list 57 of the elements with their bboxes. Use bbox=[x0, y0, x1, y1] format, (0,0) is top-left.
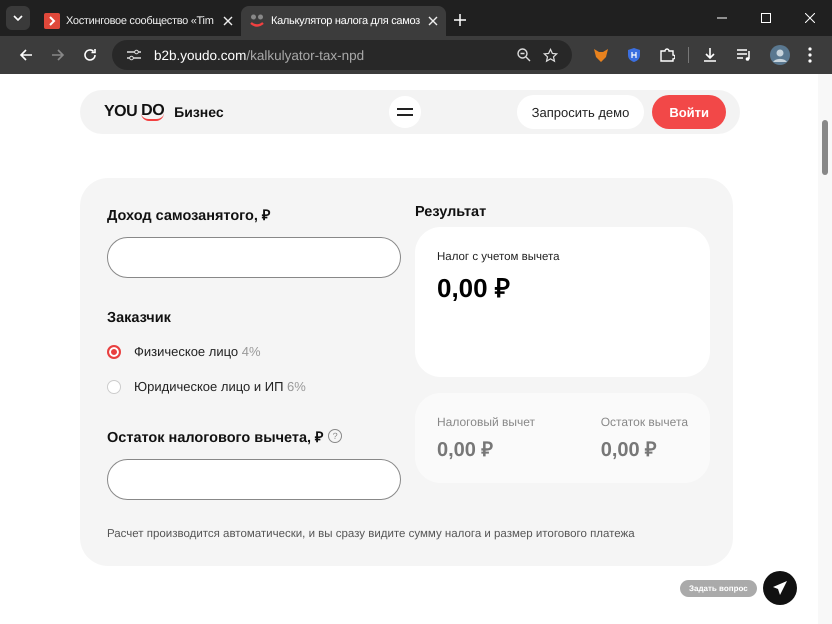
radio-label: Юридическое лицо и ИП 6% bbox=[134, 379, 306, 394]
new-tab-icon[interactable] bbox=[454, 14, 466, 26]
tab-title: Хостинговое сообщество «Tim bbox=[66, 15, 215, 27]
forward-arrow-icon[interactable] bbox=[51, 48, 65, 62]
close-icon[interactable] bbox=[428, 16, 438, 26]
logo-text: YOU bbox=[104, 103, 138, 121]
browser-tab[interactable]: Хостинговое сообщество «Tim bbox=[36, 6, 241, 36]
back-arrow-icon[interactable] bbox=[19, 48, 33, 62]
tax-value: 0,00 ₽ bbox=[437, 272, 511, 305]
logo[interactable]: YOU DO Бизнес bbox=[104, 103, 224, 121]
login-button[interactable]: Войти bbox=[652, 95, 726, 129]
chat-button[interactable] bbox=[762, 571, 797, 605]
note-text: Расчет производится автоматически, и вы сразу видите сумму налога и размер итогового платежа bbox=[107, 528, 636, 540]
send-icon bbox=[772, 580, 788, 596]
download-icon[interactable] bbox=[702, 47, 718, 63]
logo-suffix: Бизнес bbox=[174, 104, 224, 120]
star-icon[interactable] bbox=[543, 48, 558, 62]
field-label: Доход самозанятого, ₽ bbox=[107, 207, 272, 224]
radio-button[interactable] bbox=[107, 380, 121, 394]
field-label: Остаток налогового вычета, ₽ bbox=[107, 429, 324, 446]
url-text: b2b.youdo.com/kalkulyator-tax-npd bbox=[154, 48, 364, 62]
site-settings-icon[interactable] bbox=[126, 48, 142, 62]
logo-text: DO bbox=[141, 104, 164, 120]
browser-tab[interactable]: Калькулятор налога для самоз bbox=[241, 6, 446, 36]
chevron-down-icon bbox=[13, 15, 23, 21]
stat-label: Остаток вычета bbox=[600, 415, 688, 429]
favicon-icon bbox=[249, 13, 265, 29]
puzzle-icon[interactable] bbox=[659, 47, 675, 63]
radio-label: Физическое лицо 4% bbox=[134, 344, 261, 359]
more-icon[interactable] bbox=[808, 47, 812, 63]
zoom-icon[interactable] bbox=[517, 48, 531, 62]
income-field[interactable] bbox=[107, 237, 401, 278]
close-icon[interactable] bbox=[223, 16, 233, 26]
maximize-icon[interactable] bbox=[761, 13, 771, 23]
scrollbar[interactable] bbox=[818, 74, 832, 624]
tax-label: Налог с учетом вычета bbox=[437, 251, 561, 263]
address-bar[interactable]: b2b.youdo.com/kalkulyator-tax-npd bbox=[112, 40, 572, 70]
tab-title: Калькулятор налога для самоз bbox=[271, 15, 421, 27]
favicon-icon bbox=[44, 13, 60, 29]
section-label: Заказчик bbox=[107, 310, 172, 326]
demo-button[interactable]: Запросить демо bbox=[516, 95, 644, 129]
stat-value: 0,00 ₽ bbox=[600, 438, 658, 462]
fox-icon[interactable] bbox=[593, 47, 609, 63]
media-icon[interactable] bbox=[736, 47, 752, 63]
result-title: Результат bbox=[415, 204, 488, 220]
shield-icon[interactable] bbox=[627, 47, 641, 63]
radio-button[interactable] bbox=[107, 344, 121, 358]
radio-option[interactable]: Юридическое лицо и ИП 6% bbox=[107, 369, 401, 404]
menu-icon bbox=[397, 108, 414, 116]
stat-label: Налоговый вычет bbox=[437, 415, 535, 429]
radio-option[interactable]: Физическое лицо 4% bbox=[107, 334, 401, 369]
deduction-field[interactable] bbox=[107, 459, 401, 500]
menu-button[interactable] bbox=[389, 96, 422, 128]
avatar-icon[interactable] bbox=[770, 45, 790, 65]
reload-icon[interactable] bbox=[83, 48, 97, 62]
stat-value: 0,00 ₽ bbox=[437, 438, 494, 462]
tab-search-button[interactable] bbox=[6, 6, 30, 30]
